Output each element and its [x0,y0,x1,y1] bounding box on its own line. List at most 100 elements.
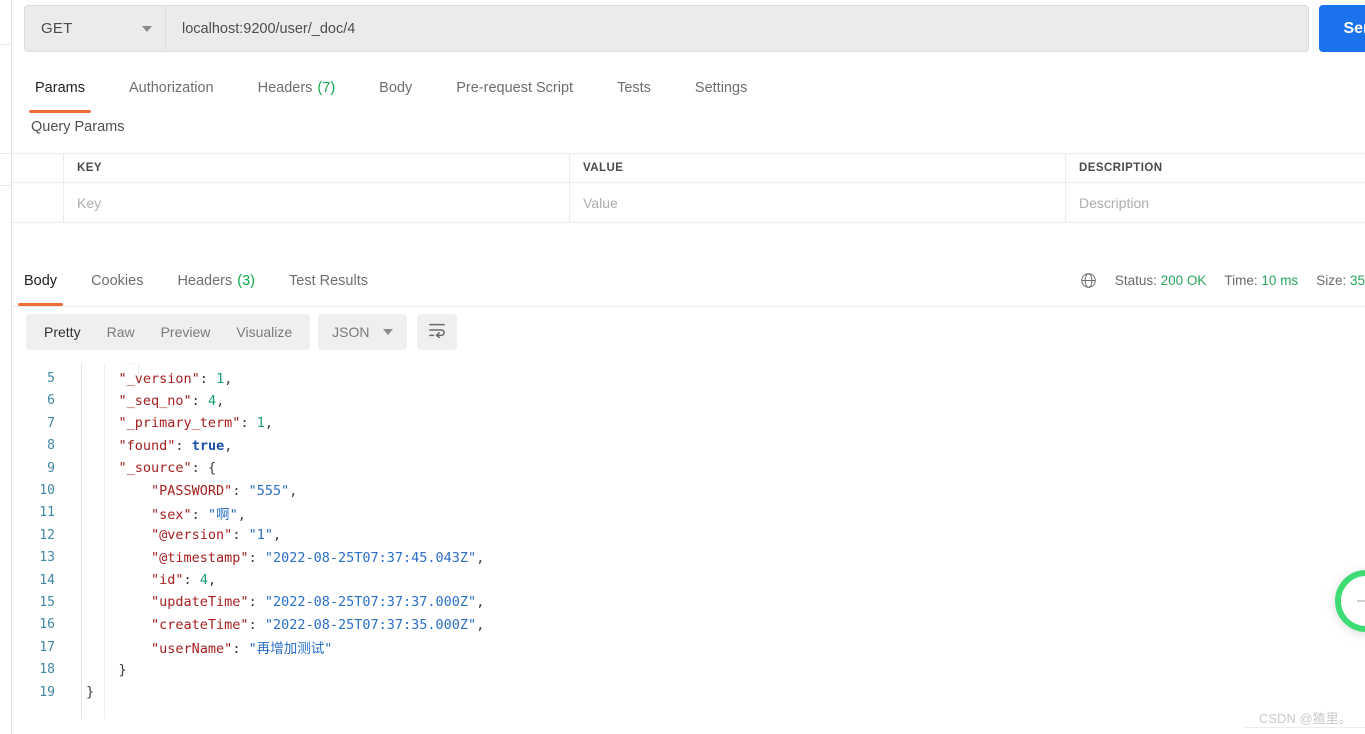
line-number: 18 [39,662,55,678]
status-label: Status: [1114,272,1157,288]
tab-authorization[interactable]: Authorization [125,70,218,106]
code-line: 14 "id": 4, [12,569,1365,591]
code-line-text: "createTime": "2022-08-25T07:37:35.000Z"… [151,616,485,633]
line-number: 8 [47,438,55,454]
code-line: 17 "userName": "再增加测试" [12,636,1365,658]
sidebar-divider-3 [0,185,11,186]
widget-inner-line [1357,600,1365,602]
view-pretty-button[interactable]: Pretty [31,318,94,346]
code-line-text: "userName": "再增加测试" [151,641,333,658]
response-tabs: Body Cookies Headers (3) Test Results [12,263,1062,306]
url-input[interactable]: localhost:9200/user/_doc/4 [165,5,1309,52]
param-key-input[interactable]: Key [64,183,570,222]
code-line-text: "@timestamp": "2022-08-25T07:37:45.043Z"… [151,549,485,566]
size-value: 35 [1349,272,1365,288]
response-tab-cookies[interactable]: Cookies [87,263,147,299]
tab-pre-request-script-label: Pre-request Script [456,80,574,96]
response-time[interactable]: Time: 10 ms [1224,273,1298,288]
size-label: Size: [1316,272,1347,288]
viewer-top-mask [12,357,1365,363]
watermark: CSDN @猹里。 [1259,711,1352,726]
param-value-input[interactable]: Value [570,183,1066,222]
tab-settings-label: Settings [694,80,748,96]
code-line: 11 "sex": "啊", [12,502,1365,524]
response-format-bar: Pretty Raw Preview Visualize JSON [26,314,457,350]
postman-window: GET localhost:9200/user/_doc/4 Send Para… [0,0,1365,734]
code-line: 6 "_seq_no": 4, [12,390,1365,412]
view-raw-button[interactable]: Raw [94,318,148,346]
line-number: 9 [47,460,55,476]
line-number: 6 [47,393,55,409]
http-method-label: GET [41,20,73,37]
response-tab-body-label: Body [24,273,58,289]
row-checkbox-cell[interactable] [12,183,64,222]
chevron-down-icon [142,25,152,32]
code-line-text: "_source": { [118,460,217,477]
view-mode-group: Pretty Raw Preview Visualize [26,314,311,350]
response-status-bar: Status: 200 OK Time: 10 ms Size: 35 [1080,263,1365,297]
table-header-row: KEY VALUE DESCRIPTION [12,154,1365,183]
query-params-title: Query Params [31,119,125,135]
send-button[interactable]: Send [1319,5,1365,52]
response-size[interactable]: Size: 35 [1316,273,1365,288]
line-number: 11 [39,505,55,521]
tab-headers[interactable]: Headers (7) [254,70,340,106]
language-select[interactable]: JSON [318,314,407,350]
table-row[interactable]: Key Value Description [12,183,1365,222]
line-number: 12 [39,527,55,543]
response-tab-headers[interactable]: Headers (3) [173,263,259,299]
tab-pre-request-script[interactable]: Pre-request Script [452,70,577,106]
tab-body[interactable]: Body [375,70,416,106]
language-label: JSON [332,324,370,340]
request-url-bar: GET localhost:9200/user/_doc/4 [24,5,1309,52]
line-number: 19 [39,684,55,700]
param-description-input[interactable]: Description [1066,183,1365,222]
response-tab-test-results-label: Test Results [289,273,368,289]
tab-tests[interactable]: Tests [613,70,655,106]
view-preview-button[interactable]: Preview [148,318,224,346]
code-line-text: } [118,661,127,678]
code-line-text: "_version": 1, [118,370,233,387]
tab-headers-count: (7) [317,80,336,96]
wrap-lines-button[interactable] [416,314,457,350]
code-line: 16 "createTime": "2022-08-25T07:37:35.00… [12,614,1365,636]
line-number: 13 [39,550,55,566]
code-line-text: "sex": "啊", [151,506,246,523]
tab-params[interactable]: Params [29,70,91,113]
response-tab-headers-count: (3) [237,273,255,289]
response-divider [12,306,1365,307]
tab-headers-label: Headers [257,80,313,96]
code-line-text: "_seq_no": 4, [118,392,225,409]
tab-settings[interactable]: Settings [691,70,751,106]
http-method-select[interactable]: GET [24,5,165,52]
code-line: 13 "@timestamp": "2022-08-25T07:37:45.04… [12,547,1365,569]
code-line: 9 "_source": { [12,457,1365,479]
query-params-table: KEY VALUE DESCRIPTION Key Value Descript… [12,153,1365,223]
response-tab-cookies-label: Cookies [91,273,144,289]
code-line: 15 "updateTime": "2022-08-25T07:37:37.00… [12,591,1365,613]
line-number: 15 [39,594,55,610]
code-line: 10 "PASSWORD": "555", [12,479,1365,501]
response-tab-headers-label: Headers [177,273,233,289]
code-line-text: "updateTime": "2022-08-25T07:37:37.000Z"… [151,594,485,611]
tab-tests-label: Tests [617,80,651,96]
status-code[interactable]: Status: 200 OK [1115,273,1207,288]
view-visualize-button[interactable]: Visualize [223,318,305,346]
globe-icon [1080,272,1097,289]
code-line: 18 } [12,658,1365,680]
code-line: 7 "_primary_term": 1, [12,412,1365,434]
line-number: 17 [39,639,55,655]
column-header-description: DESCRIPTION [1079,162,1163,174]
code-line-text: "PASSWORD": "555", [151,482,298,499]
code-line: 19} [12,681,1365,703]
code-line-text: "@version": "1", [151,527,282,544]
tab-params-label: Params [35,80,85,96]
response-tab-body[interactable]: Body [17,263,64,306]
response-tab-test-results[interactable]: Test Results [285,263,372,299]
time-value: 10 ms [1261,272,1299,288]
response-body-viewer[interactable]: 4 "_id": 4,5 "_version": 1,6 "_seq_no": … [12,357,1365,719]
tab-authorization-label: Authorization [128,80,214,96]
chevron-down-icon [382,329,393,335]
code-line: 12 "@version": "1", [12,524,1365,546]
column-header-value: VALUE [570,154,1066,182]
